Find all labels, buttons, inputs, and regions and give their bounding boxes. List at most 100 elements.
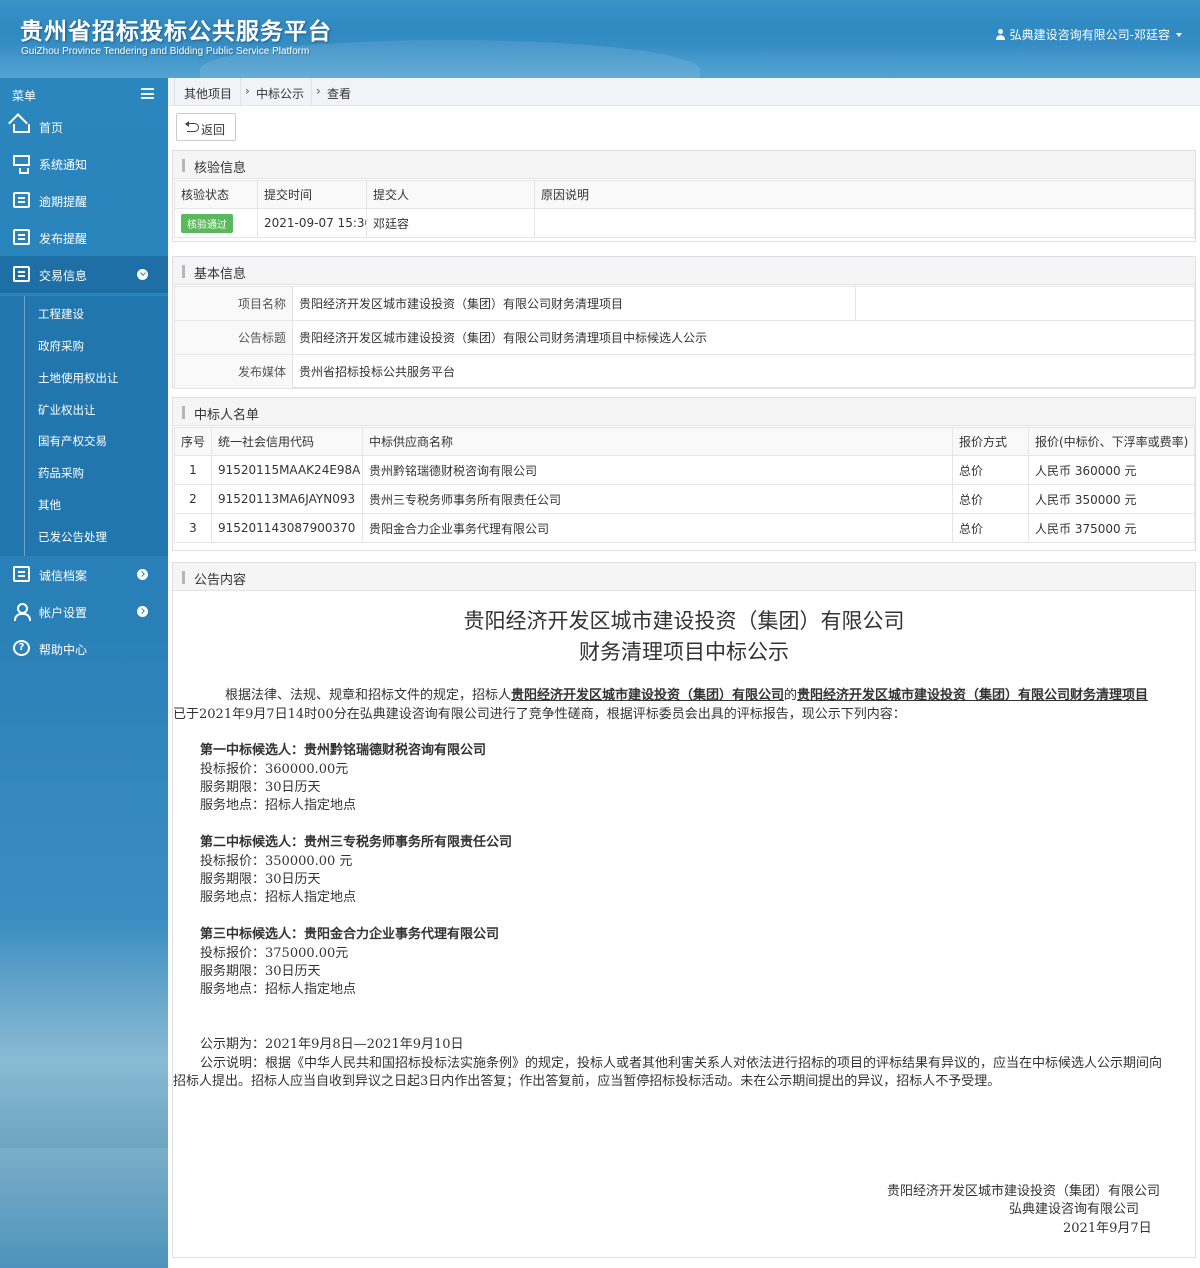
verify-panel: 核验信息 核验状态 提交时间 提交人 原因说明 核验通过 2021-09-07 …: [172, 150, 1196, 242]
panel-header: 中标人名单: [173, 398, 1195, 426]
sidebar-item-label: 系统通知: [39, 158, 88, 172]
column-header: 序号: [174, 427, 212, 456]
column-header: 提交人: [366, 180, 535, 209]
top-header: 贵州省招标投标公共服务平台 GuiZhou Province Tendering…: [0, 0, 1200, 78]
sidebar-item-trade-info[interactable]: 交易信息: [0, 256, 168, 293]
status-badge: 核验通过: [181, 213, 233, 233]
help-icon: ?: [13, 640, 30, 656]
candidate-title-text: 第三中标候选人：贵阳金合力企业事务代理有限公司: [200, 927, 500, 942]
winners-table: 序号 统一社会信用代码 中标供应商名称 报价方式 报价(中标价、下浮率或费率) …: [174, 427, 1195, 543]
publicity-note: 公示说明：根据《中华人民共和国招标投标法实施条例》的规定，投标人或者其他利害关系…: [200, 1056, 1163, 1071]
sidebar-item-account[interactable]: 帐户设置: [0, 593, 168, 630]
sidebar-item-publish-reminder[interactable]: 发布提醒: [0, 219, 168, 256]
chevron-down-icon: [137, 269, 148, 280]
basic-info-table: 项目名称 贵阳经济开发区城市建设投资（集团）有限公司财务清理项目 公告标题 贵阳…: [174, 286, 1195, 389]
intro-paragraph: 根据法律、法规、规章和招标文件的规定，招标人贵阳经济开发区城市建设投资（集团）有…: [225, 687, 1148, 705]
price: 人民币 360000 元: [1028, 455, 1195, 485]
sidebar-item-help[interactable]: ? 帮助中心: [0, 630, 168, 667]
credit-code: 91520115MAAK24E98A: [211, 455, 363, 485]
sidebar-header: 菜单: [0, 78, 168, 110]
caret-down-icon: [1176, 32, 1182, 37]
table-header-row: 核验状态 提交时间 提交人 原因说明: [174, 180, 1195, 209]
announcement-heading: 贵阳经济开发区城市建设投资（集团）有限公司: [463, 609, 905, 633]
sidebar: 菜单 首页 系统通知 逾期提醒 发布提醒 交易信息 工程建设 政府采购 土地使用…: [0, 78, 168, 1268]
sidebar-subitem-label: 政府采购: [38, 339, 84, 353]
candidate-3-price: 投标报价：375000.00元: [200, 946, 349, 961]
sidebar-subitem-state-property[interactable]: 国有产权交易: [0, 425, 168, 457]
panel-header: 核验信息: [173, 151, 1195, 179]
breadcrumb-separator: ›: [316, 84, 321, 98]
sidebar-item-label: 首页: [39, 121, 64, 135]
home-icon: [13, 124, 30, 133]
sidebar-subitem-published[interactable]: 已发公告处理: [0, 521, 168, 553]
sidebar-subitem-engineering[interactable]: 工程建设: [0, 298, 168, 330]
publicity-note-cont: 招标人提出。招标人应当自收到异议之日起3日内作出答复；作出答复前，应当暂停招标投…: [173, 1074, 1001, 1089]
project-name: 贵阳经济开发区城市建设投资（集团）有限公司财务清理项目: [797, 688, 1149, 703]
status-cell: 核验通过: [174, 208, 258, 238]
column-header: 核验状态: [174, 180, 258, 209]
sidebar-subitem-label: 矿业权出让: [38, 403, 96, 417]
sidebar-item-home[interactable]: 首页: [0, 108, 168, 145]
panel-header: 基本信息: [173, 257, 1195, 285]
field-label: 公告标题: [174, 320, 293, 355]
row-number: 1: [174, 455, 212, 485]
announcement-panel: 公告内容 贵阳经济开发区城市建设投资（集团）有限公司 财务清理项目中标公示 根据…: [172, 562, 1196, 1258]
credit-code: 91520113MA6JAYN093: [211, 484, 363, 514]
main-content: 其他项目 › 中标公示 › 查看 返回 核验信息 核验状态 提交时间 提交人 原…: [168, 78, 1200, 1268]
sidebar-background: [0, 928, 168, 1148]
breadcrumb-item-view: 查看: [327, 87, 352, 101]
sidebar-subitem-land[interactable]: 土地使用权出让: [0, 362, 168, 394]
column-header: 中标供应商名称: [362, 427, 953, 456]
breadcrumb-divider: [311, 78, 312, 106]
panel-header: 公告内容: [173, 563, 1195, 591]
user-icon: [995, 28, 1006, 41]
list-icon: [13, 266, 30, 282]
user-menu[interactable]: 弘典建设咨询有限公司-邓廷容: [995, 26, 1182, 43]
candidate-1-price: 投标报价：360000.00元: [200, 762, 349, 777]
sidebar-subitem-label: 药品采购: [38, 466, 84, 480]
sidebar-item-system-notice[interactable]: 系统通知: [0, 145, 168, 182]
sidebar-subitem-other[interactable]: 其他: [0, 489, 168, 521]
candidate-3-period: 服务期限：30日历天: [200, 964, 321, 979]
panel-header-bar: [182, 265, 185, 278]
chevron-right-icon: [137, 606, 148, 617]
sidebar-subitem-drug[interactable]: 药品采购: [0, 457, 168, 489]
price-method: 总价: [952, 455, 1029, 485]
back-button[interactable]: 返回: [176, 113, 236, 141]
sidebar-item-label: 发布提醒: [39, 232, 88, 246]
site-subtitle: GuiZhou Province Tendering and Bidding P…: [21, 46, 310, 57]
table-row: 2 91520113MA6JAYN093 贵州三专税务师事务所有限责任公司 总价…: [174, 484, 1195, 514]
breadcrumb-item-award-notice[interactable]: 中标公示: [256, 85, 304, 102]
signature-tenderer: 贵阳经济开发区城市建设投资（集团）有限公司: [887, 1184, 1161, 1199]
column-header: 提交时间: [257, 180, 367, 209]
sidebar-item-credit-file[interactable]: 诚信档案: [0, 556, 168, 593]
user-name: 弘典建设咨询有限公司-邓廷容: [1009, 28, 1170, 42]
project-name: 贵阳经济开发区城市建设投资（集团）有限公司财务清理项目: [292, 286, 856, 321]
table-row: 1 91520115MAAK24E98A 贵州黔铭瑞德财税咨询有限公司 总价 人…: [174, 455, 1195, 485]
column-header: 统一社会信用代码: [211, 427, 363, 456]
reason: [534, 208, 1195, 238]
candidate-2-period: 服务期限：30日历天: [200, 872, 321, 887]
breadcrumb-divider: [240, 78, 241, 106]
sidebar-item-label: 帐户设置: [39, 606, 88, 620]
table-row: 项目名称 贵阳经济开发区城市建设投资（集团）有限公司财务清理项目: [174, 286, 1195, 321]
breadcrumb: 其他项目 › 中标公示 › 查看: [168, 78, 1200, 106]
intro-line: 已于2021年9月7日14时00分在弘典建设咨询有限公司进行了竞争性磋商，根据评…: [173, 707, 906, 722]
verify-table: 核验状态 提交时间 提交人 原因说明 核验通过 2021-09-07 15:30…: [174, 180, 1195, 238]
candidate-title-text: 第二中标候选人：贵州三专税务师事务所有限责任公司: [200, 835, 513, 850]
column-header: 原因说明: [534, 180, 1195, 209]
field-label: 发布媒体: [174, 354, 293, 389]
notice-title: 贵阳经济开发区城市建设投资（集团）有限公司财务清理项目中标候选人公示: [292, 320, 1195, 355]
price: 人民币 350000 元: [1028, 484, 1195, 514]
winners-panel: 中标人名单 序号 统一社会信用代码 中标供应商名称 报价方式 报价(中标价、下浮…: [172, 397, 1196, 551]
sidebar-subitem-mining[interactable]: 矿业权出让: [0, 394, 168, 426]
sidebar-item-overdue[interactable]: 逾期提醒: [0, 182, 168, 219]
panel-title: 公告内容: [194, 573, 247, 588]
breadcrumb-item-other-projects[interactable]: 其他项目: [184, 85, 232, 102]
back-icon: [185, 121, 199, 132]
candidate-1-place: 服务地点：招标人指定地点: [200, 798, 357, 813]
sidebar-subitem-gov-procurement[interactable]: 政府采购: [0, 330, 168, 362]
sidebar-item-label: 帮助中心: [39, 643, 88, 657]
candidate-3-title: 第三中标候选人：贵阳金合力企业事务代理有限公司: [200, 926, 499, 944]
hamburger-icon[interactable]: [141, 88, 154, 99]
